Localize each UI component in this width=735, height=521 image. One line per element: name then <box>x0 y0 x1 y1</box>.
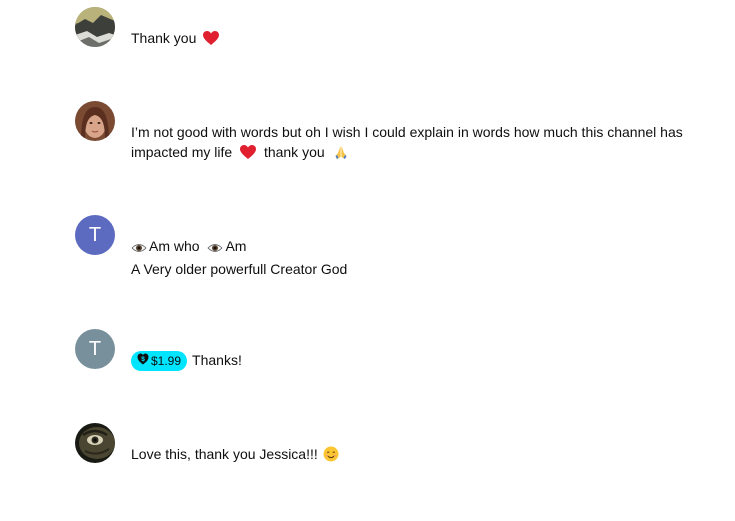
eye-emoji <box>131 239 147 259</box>
svg-text:$: $ <box>141 356 145 363</box>
avatar-letter: T <box>88 337 102 360</box>
smiling-face-emoji <box>323 446 339 467</box>
avatar-letter: T <box>88 223 102 246</box>
red-heart-emoji <box>203 31 220 51</box>
comment-text-line: Am <box>225 238 247 254</box>
comment-text-line: I’m not good with words but oh I wish I … <box>131 124 683 140</box>
super-thanks-chip[interactable]: $ $1.99 <box>131 351 188 371</box>
comment-text-line: A Very older powerfull Creator God <box>131 261 348 277</box>
comment-text-line: Thanks! <box>192 352 242 368</box>
super-thanks-amount: $1.99 <box>151 354 182 368</box>
eye-emoji <box>207 239 224 259</box>
comment-text: $ $1.99 Thanks! <box>131 350 242 371</box>
avatar-photo <box>75 7 115 47</box>
avatar-photo <box>75 423 115 463</box>
folded-hands-emoji <box>333 144 349 165</box>
avatar[interactable] <box>75 7 115 47</box>
comment-text-line: Love this, thank you Jessica!!! <box>131 446 318 462</box>
avatar[interactable]: T <box>75 215 115 255</box>
comment-text: I’m not good with words but oh I wish I … <box>131 122 683 165</box>
avatar[interactable] <box>75 423 115 463</box>
comment-text-line: Am who <box>149 238 200 254</box>
dollar-heart-icon: $ <box>137 351 149 371</box>
comment-text-line: Thank you <box>131 30 197 46</box>
avatar-photo <box>75 101 115 141</box>
avatar[interactable]: T <box>75 329 115 369</box>
comment-text-line: thank you <box>263 144 325 160</box>
red-heart-emoji <box>240 145 257 165</box>
comment-text-line: impacted my life <box>131 144 233 160</box>
comment-text: Am who Am A Very older powerfull Creator… <box>131 236 347 279</box>
avatar[interactable] <box>75 101 115 141</box>
comment-text: Love this, thank you Jessica!!! <box>131 444 339 467</box>
comment-text: Thank you <box>131 28 220 51</box>
